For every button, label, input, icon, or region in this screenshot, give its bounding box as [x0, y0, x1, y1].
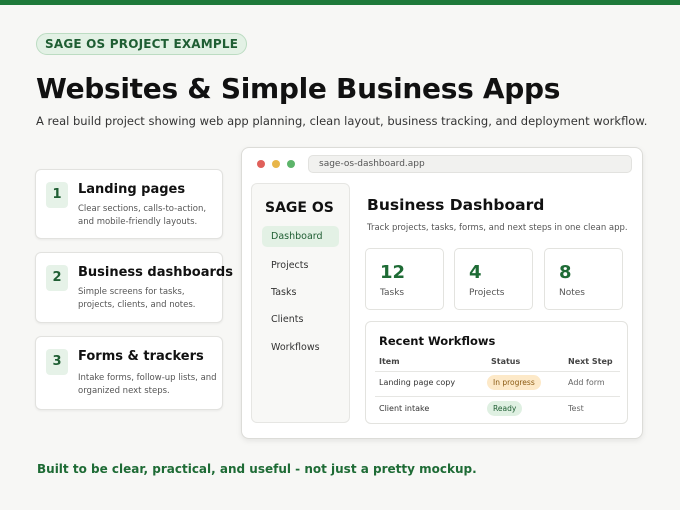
stat-label: Tasks — [380, 288, 405, 298]
top-accent-bar — [0, 0, 680, 5]
project-badge: SAGE OS PROJECT EXAMPLE — [36, 33, 248, 55]
column-header-next-step: Next Step — [568, 357, 613, 366]
feature-description: Simple screens for tasks, projects, clie… — [78, 287, 196, 310]
app-brand: SAGE OS — [265, 200, 334, 216]
status-badge: In progress — [487, 375, 541, 390]
sidebar-item-clients[interactable]: Clients — [262, 309, 339, 330]
stat-value: 4 — [469, 262, 482, 283]
row-next-step: Test — [568, 404, 584, 413]
row-next-step: Add form — [568, 378, 605, 387]
column-header-status: Status — [491, 357, 521, 366]
feature-number: 2 — [46, 265, 68, 291]
feature-card-forms-trackers: 3 Forms & trackers Intake forms, follow-… — [35, 336, 223, 410]
feature-title: Forms & trackers — [78, 349, 204, 364]
feature-number: 1 — [46, 182, 68, 208]
stat-value: 8 — [559, 262, 572, 283]
stat-card-tasks[interactable]: 12 Tasks — [365, 248, 444, 310]
column-header-item: Item — [379, 357, 400, 366]
status-badge: Ready — [487, 401, 523, 416]
footer-tagline: Built to be clear, practical, and useful… — [37, 462, 477, 476]
stat-value: 12 — [380, 262, 406, 283]
feature-description: Clear sections, calls-to-action, and mob… — [78, 204, 207, 227]
dashboard-subtitle: Track projects, tasks, forms, and next s… — [367, 223, 628, 233]
close-window-icon[interactable] — [257, 160, 265, 168]
maximize-window-icon[interactable] — [287, 160, 295, 168]
app-sidebar: SAGE OS Dashboard Projects Tasks Clients… — [251, 183, 350, 423]
feature-card-landing-pages: 1 Landing pages Clear sections, calls-to… — [35, 169, 223, 239]
feature-number: 3 — [46, 349, 68, 375]
table-divider — [375, 371, 620, 372]
stat-card-notes[interactable]: 8 Notes — [544, 248, 623, 310]
sidebar-item-projects[interactable]: Projects — [262, 255, 339, 276]
dashboard-title: Business Dashboard — [367, 196, 545, 214]
row-item: Client intake — [379, 404, 430, 413]
page-subtitle: A real build project showing web app pla… — [36, 114, 648, 128]
sidebar-item-dashboard[interactable]: Dashboard — [262, 226, 339, 247]
feature-card-business-dashboards: 2 Business dashboards Simple screens for… — [35, 252, 233, 323]
stat-label: Projects — [469, 288, 505, 298]
minimize-window-icon[interactable] — [272, 160, 280, 168]
feature-description: Intake forms, follow-up lists, and organ… — [78, 373, 217, 396]
stat-label: Notes — [559, 288, 585, 298]
workflows-title: Recent Workflows — [379, 334, 496, 348]
row-item: Landing page copy — [379, 378, 456, 387]
address-bar[interactable]: sage-os-dashboard.app — [308, 155, 632, 173]
sidebar-item-workflows[interactable]: Workflows — [262, 337, 339, 358]
browser-window: sage-os-dashboard.app SAGE OS Dashboard … — [241, 147, 643, 439]
recent-workflows-panel: Recent Workflows Item Status Next Step L… — [365, 321, 628, 424]
sidebar-item-tasks[interactable]: Tasks — [262, 282, 339, 303]
feature-title: Business dashboards — [78, 265, 233, 280]
stat-card-projects[interactable]: 4 Projects — [454, 248, 533, 310]
table-divider — [375, 396, 620, 397]
feature-title: Landing pages — [78, 182, 186, 197]
page-title: Websites & Simple Business Apps — [36, 72, 561, 105]
